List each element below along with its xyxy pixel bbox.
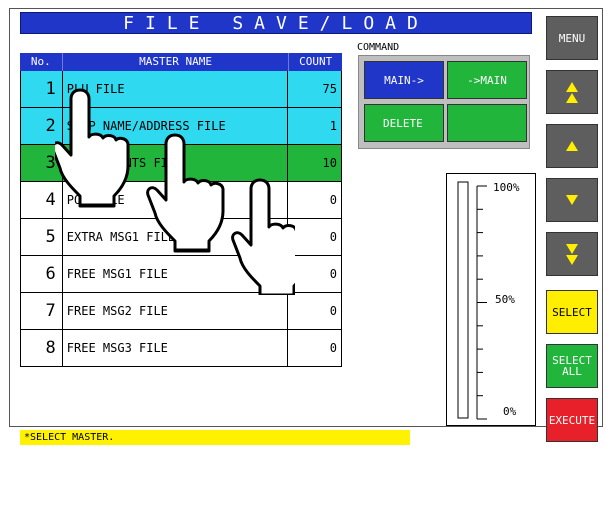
col-no-header: No. (20, 53, 63, 71)
pointing-hand-icon (231, 178, 295, 295)
progress-gauge: 100% 50% 0% (457, 181, 520, 420)
col-count-header: COUNT (299, 55, 333, 68)
row-count: 0 (329, 341, 337, 355)
progress-panel: 100% 50% 0% (446, 173, 536, 426)
down-button[interactable] (546, 178, 598, 222)
main-to-button[interactable]: MAIN-> (364, 61, 444, 99)
label-50: 50% (495, 293, 515, 306)
row-number: 8 (21, 330, 63, 366)
select-all-button[interactable]: SELECT ALL (546, 344, 598, 388)
delete-button[interactable]: DELETE (364, 104, 444, 142)
label-100: 100% (493, 181, 520, 194)
pointing-hand-icon (55, 88, 130, 208)
row-master-name: FREE MSG2 FILE (63, 293, 289, 329)
select-button[interactable]: SELECT (546, 290, 598, 334)
row-count: 0 (329, 230, 337, 244)
blank-command-button[interactable] (447, 104, 527, 142)
row-count: 75 (322, 82, 337, 96)
table-row[interactable]: 8 FREE MSG3 FILE 0 (20, 330, 342, 367)
touch-hands-overlay (55, 88, 295, 295)
status-message: *SELECT MASTER. (20, 430, 410, 445)
col-name-header: MASTER NAME (63, 53, 290, 71)
page-down-icon (566, 243, 578, 265)
up-icon (566, 141, 578, 151)
pointing-hand-icon (146, 133, 225, 253)
up-button[interactable] (546, 124, 598, 168)
row-count: 0 (329, 193, 337, 207)
row-count: 1 (329, 119, 337, 133)
page-down-button[interactable] (546, 232, 598, 276)
row-master-name: FREE MSG3 FILE (63, 330, 289, 366)
row-count: 10 (322, 156, 337, 170)
label-0: 0% (503, 405, 517, 418)
menu-button[interactable]: MENU (546, 16, 598, 60)
row-number: 7 (21, 293, 63, 329)
page-up-button[interactable] (546, 70, 598, 114)
down-icon (566, 195, 578, 205)
to-main-button[interactable]: ->MAIN (447, 61, 527, 99)
row-count: 0 (329, 304, 337, 318)
execute-button[interactable]: EXECUTE (546, 398, 598, 442)
table-header: No. MASTER NAME COUNT (20, 53, 342, 71)
command-label: COMMAND (357, 42, 400, 53)
command-panel: MAIN-> ->MAIN DELETE (358, 55, 530, 149)
select-all-line2: ALL (562, 365, 582, 378)
page-title: FILE SAVE/LOAD (20, 12, 532, 34)
row-count: 0 (329, 267, 337, 281)
page-up-icon (566, 81, 578, 103)
table-row[interactable]: 7 FREE MSG2 FILE 0 (20, 293, 342, 330)
